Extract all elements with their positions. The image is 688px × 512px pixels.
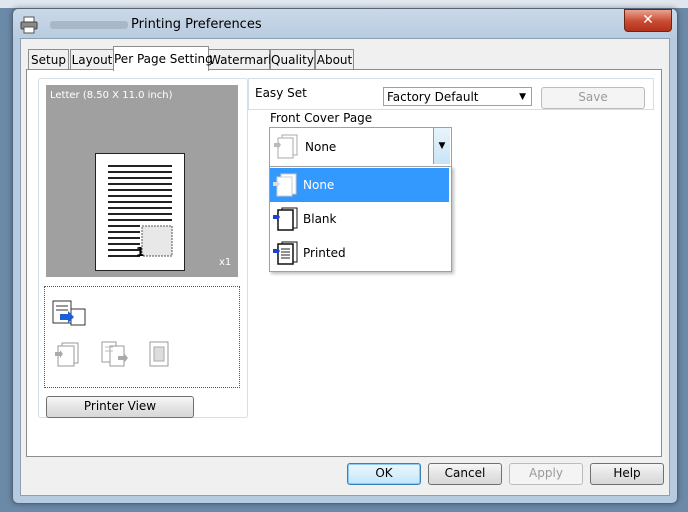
close-button[interactable]: ✕ xyxy=(624,9,672,32)
chevron-down-icon: ▼ xyxy=(438,141,446,151)
cover-page-view-icon[interactable] xyxy=(54,340,82,368)
background-app-strip xyxy=(0,0,688,8)
chevron-down-icon: ▼ xyxy=(519,92,526,102)
combo-dropdown-button[interactable]: ▼ xyxy=(433,128,450,164)
copies-count: x1 xyxy=(219,257,232,268)
tab-watermark[interactable]: Watermark xyxy=(208,49,275,70)
save-button[interactable]: Save xyxy=(541,87,645,109)
tab-quality[interactable]: Quality xyxy=(270,49,315,70)
apply-button[interactable]: Apply xyxy=(509,463,583,485)
cover-blank-icon xyxy=(273,207,299,231)
tab-setup[interactable]: Setup xyxy=(28,49,69,70)
ok-button[interactable]: OK xyxy=(347,463,421,485)
option-label: Blank xyxy=(303,212,337,226)
printer-name-redacted xyxy=(50,21,128,29)
easy-set-select[interactable]: Factory Default ▼ xyxy=(383,87,532,106)
dropdown-option-printed[interactable]: Printed xyxy=(270,236,449,270)
tab-per-page-setting[interactable]: Per Page Setting xyxy=(113,46,213,71)
printer-view-button[interactable]: Printer View xyxy=(46,396,194,418)
cover-printed-icon xyxy=(273,241,299,265)
paper-size-label: Letter (8.50 X 11.0 inch) xyxy=(50,90,173,101)
option-label: Printed xyxy=(303,246,346,260)
easy-set-label: Easy Set xyxy=(255,86,307,100)
tab-layout[interactable]: Layout xyxy=(70,49,114,70)
printer-icon xyxy=(20,16,38,34)
dropdown-option-none[interactable]: None xyxy=(270,168,449,202)
per-page-view-icon[interactable] xyxy=(52,300,86,328)
window-title: Printing Preferences xyxy=(131,17,262,32)
insert-sheet-view-icon[interactable] xyxy=(100,340,130,368)
help-button[interactable]: Help xyxy=(590,463,664,485)
cover-none-icon xyxy=(273,173,299,197)
tab-about[interactable]: About xyxy=(315,49,354,70)
cancel-button[interactable]: Cancel xyxy=(428,463,502,485)
preview-page-number: 1 xyxy=(136,245,145,259)
easy-set-value: Factory Default xyxy=(387,90,479,104)
dropdown-option-blank[interactable]: Blank xyxy=(270,202,449,236)
front-cover-value: None xyxy=(305,140,337,154)
cover-none-icon xyxy=(273,133,301,159)
chapter-view-icon[interactable] xyxy=(148,340,170,368)
front-cover-label: Front Cover Page xyxy=(270,111,373,125)
option-label: None xyxy=(303,178,335,192)
